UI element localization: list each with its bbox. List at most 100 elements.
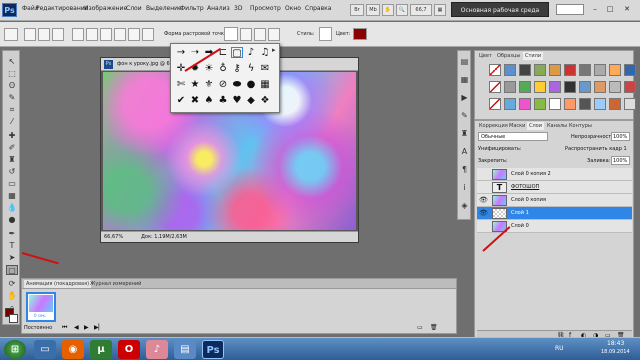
- style-swatch[interactable]: [504, 81, 516, 93]
- path-select-tool-icon[interactable]: ➤: [6, 253, 18, 263]
- layer-row[interactable]: 👁 Слой 0 копия: [477, 194, 632, 207]
- diamond-shape-icon[interactable]: ◆: [245, 95, 257, 106]
- marquee-tool-icon[interactable]: ⬚: [6, 69, 18, 79]
- style-swatch[interactable]: [624, 98, 636, 110]
- fleur-de-lis-shape-icon[interactable]: ⚜: [203, 79, 215, 90]
- style-swatch[interactable]: [594, 64, 606, 76]
- x-mark-shape-icon[interactable]: ✖: [189, 95, 201, 106]
- paw-shape-icon[interactable]: ❖: [259, 95, 271, 106]
- language-indicator[interactable]: RU: [555, 345, 564, 352]
- arrow-long-shape-icon[interactable]: ➝: [189, 47, 201, 58]
- style-swatch[interactable]: [609, 98, 621, 110]
- style-swatch[interactable]: [519, 81, 531, 93]
- style-swatch[interactable]: [489, 81, 501, 93]
- navigator-panel-icon[interactable]: ▦: [460, 75, 469, 84]
- style-swatch[interactable]: [519, 98, 531, 110]
- first-frame-icon[interactable]: ⏮: [62, 324, 67, 332]
- scissors-shape-icon[interactable]: ✄: [175, 79, 187, 90]
- tab-styles[interactable]: Стили: [523, 52, 544, 60]
- style-swatch[interactable]: [624, 64, 636, 76]
- workspace-button[interactable]: Основная рабочая среда: [451, 2, 549, 17]
- shape-picker[interactable]: [224, 27, 238, 41]
- menu-analysis[interactable]: Анализ: [207, 5, 230, 12]
- style-swatch[interactable]: [594, 98, 606, 110]
- menu-filter[interactable]: Фильтр: [180, 5, 204, 12]
- style-swatch[interactable]: [489, 98, 501, 110]
- hand-tool-icon[interactable]: ✋: [6, 291, 18, 301]
- sun-shape-icon[interactable]: ☀: [203, 63, 215, 74]
- blur-tool-icon[interactable]: 💧: [6, 203, 18, 213]
- explorer-icon[interactable]: ▭: [34, 340, 56, 359]
- style-swatch[interactable]: [519, 64, 531, 76]
- next-frame-icon[interactable]: ▶▏: [94, 324, 103, 331]
- pen-tool-icon[interactable]: ✒: [6, 229, 18, 239]
- bulb-shape-icon[interactable]: ♁: [217, 63, 229, 74]
- propagate-frame-label[interactable]: Распространить кадр 1: [565, 146, 627, 152]
- menu-edit[interactable]: Редактирование: [36, 5, 88, 12]
- tab-color[interactable]: Цвет: [477, 52, 494, 60]
- paths-icon[interactable]: [38, 28, 50, 41]
- custom-shape-icon[interactable]: [142, 28, 154, 41]
- style-swatch[interactable]: [564, 64, 576, 76]
- clone-source-icon[interactable]: ♜: [460, 129, 469, 138]
- menu-select[interactable]: Выделение: [146, 5, 182, 12]
- menu-window[interactable]: Окно: [285, 5, 301, 12]
- move-tool-icon[interactable]: ↖: [6, 57, 18, 67]
- arrow-right-shape-icon[interactable]: →: [175, 47, 187, 58]
- eye-icon[interactable]: 👁: [479, 209, 488, 218]
- healing-tool-icon[interactable]: ✚: [6, 131, 18, 141]
- 3d-panel-icon[interactable]: ◈: [460, 201, 469, 210]
- dodge-tool-icon[interactable]: ●: [6, 215, 18, 225]
- color-swatch[interactable]: [353, 28, 367, 40]
- fill-input[interactable]: 100%: [611, 156, 630, 165]
- layer-row[interactable]: Слой 0: [477, 220, 632, 233]
- firefox-icon[interactable]: ◉: [62, 340, 84, 359]
- quick-select-tool-icon[interactable]: ✎: [6, 93, 18, 103]
- animation-frame[interactable]: 0 сек.: [26, 292, 56, 322]
- style-picker[interactable]: [319, 27, 332, 41]
- tab-measurement-log[interactable]: Журнал измерений: [88, 280, 143, 288]
- play-icon[interactable]: ▶: [84, 324, 89, 331]
- tab-animation[interactable]: Анимация (покадровая): [24, 280, 92, 288]
- menu-layers[interactable]: Слои: [126, 5, 142, 12]
- loop-select[interactable]: Постоянно: [24, 325, 52, 331]
- brush-tool-icon[interactable]: ✐: [6, 143, 18, 153]
- style-swatch[interactable]: [564, 98, 576, 110]
- hand-button[interactable]: ✋: [382, 4, 394, 16]
- close-icon[interactable]: ✕: [620, 3, 634, 15]
- background-color-swatch[interactable]: [9, 314, 18, 323]
- style-swatch[interactable]: [549, 81, 561, 93]
- crop-tool-icon[interactable]: ⌗: [6, 105, 18, 115]
- layer-row-selected[interactable]: 👁 Слой 1: [477, 207, 632, 220]
- style-swatch[interactable]: [624, 81, 636, 93]
- photoshop-task-icon[interactable]: Ps: [202, 340, 224, 359]
- menu-help[interactable]: Справка: [305, 5, 331, 12]
- arrange-button[interactable]: ▦: [434, 4, 446, 16]
- delete-frame-icon[interactable]: 🗑: [430, 324, 438, 331]
- tool-preset-picker[interactable]: [4, 28, 18, 41]
- ellipse-shape-icon[interactable]: ⬬: [231, 79, 243, 90]
- heart-shape-icon[interactable]: ♥: [231, 95, 243, 106]
- minimize-icon[interactable]: –: [588, 3, 602, 15]
- key-shape-icon[interactable]: ⚷: [231, 63, 243, 74]
- style-swatch[interactable]: [564, 81, 576, 93]
- style-swatch[interactable]: [609, 81, 621, 93]
- zoom-tool-button[interactable]: 🔍: [396, 4, 408, 16]
- prev-frame-icon[interactable]: ◀: [74, 324, 79, 331]
- rounded-rect-icon[interactable]: [114, 28, 126, 41]
- minibridge-button[interactable]: Mb: [366, 4, 380, 16]
- folder-icon[interactable]: ▤: [174, 340, 196, 359]
- clock-time[interactable]: 18:43: [607, 340, 624, 347]
- shape-subtract-icon[interactable]: [254, 28, 266, 41]
- opacity-input[interactable]: 100%: [611, 132, 630, 141]
- shape-layers-icon[interactable]: [24, 28, 36, 41]
- style-swatch[interactable]: [579, 81, 591, 93]
- utorrent-icon[interactable]: µ: [90, 340, 112, 359]
- media-icon[interactable]: ♪: [146, 340, 168, 359]
- visibility-icon[interactable]: [479, 183, 488, 192]
- tab-adjustments[interactable]: Коррекция: [477, 122, 510, 130]
- menu-3d[interactable]: 3D: [234, 5, 242, 12]
- lasso-tool-icon[interactable]: ʘ: [6, 81, 18, 91]
- style-swatch[interactable]: [549, 98, 561, 110]
- history-panel-icon[interactable]: ▤: [460, 57, 469, 66]
